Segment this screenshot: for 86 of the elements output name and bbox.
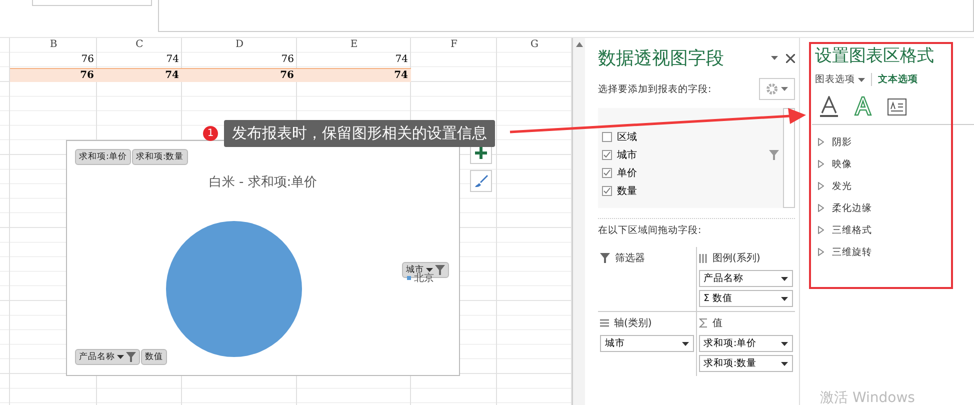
tab[interactable]: 图表选项: [815, 73, 872, 86]
caret-icon: [781, 342, 788, 346]
callout-tooltip: 发布报表时，保留图形相关的设置信息: [224, 120, 495, 147]
table-cell-text: 76: [280, 53, 295, 67]
field-dropdown[interactable]: 产品名称: [698, 270, 793, 287]
section-label[interactable]: 阴影: [832, 136, 852, 148]
field-dropdown[interactable]: Σ 数值: [698, 290, 793, 307]
area-label: 轴(类别): [614, 316, 652, 330]
field-button[interactable]: 求和项:单价: [75, 149, 131, 165]
filter-icon: [769, 150, 779, 160]
collapsed-icon[interactable]: [818, 182, 824, 190]
caret-icon: [781, 362, 788, 366]
rows-icon: [600, 318, 609, 328]
column-header[interactable]: F: [411, 38, 497, 53]
tab[interactable]: 文本选项: [878, 73, 924, 86]
section-label[interactable]: 映像: [832, 158, 852, 170]
columns-icon: [698, 254, 708, 262]
table-cell: 74: [97, 68, 182, 82]
caret-icon: [117, 355, 124, 359]
collapsed-icon[interactable]: [818, 226, 824, 234]
section-label[interactable]: 三维格式: [832, 224, 872, 236]
area-label: 值: [712, 317, 722, 330]
text-fill-icon: [819, 96, 839, 118]
scrollbar[interactable]: [572, 38, 585, 405]
column-header[interactable]: G: [497, 38, 572, 53]
area-label: 筛选器: [615, 252, 645, 265]
text-outline-icon: [853, 96, 873, 118]
checkbox[interactable]: [602, 186, 612, 196]
pane-title: 设置图表区格式: [815, 45, 935, 67]
table-cell: 74: [297, 68, 411, 82]
caret-icon: [781, 87, 788, 91]
field-button[interactable]: 数值: [141, 349, 167, 365]
checkbox[interactable]: [602, 150, 612, 160]
checkbox[interactable]: [602, 132, 612, 142]
field-button[interactable]: 求和项:数量: [132, 149, 188, 165]
field-label[interactable]: 数量: [617, 184, 779, 198]
caret-icon: [781, 296, 788, 300]
field-label[interactable]: 单价: [617, 166, 779, 180]
column-header[interactable]: B: [10, 38, 97, 53]
field-button[interactable]: 产品名称: [75, 349, 140, 365]
settings-icon: [766, 83, 778, 95]
table-cell: 76: [10, 68, 97, 82]
brush-icon: [474, 174, 488, 188]
field-dropdown[interactable]: 求和项:数量: [698, 355, 793, 372]
caret-icon: [781, 276, 788, 280]
table-cell-text: 74: [394, 53, 409, 67]
close-icon[interactable]: [786, 54, 795, 62]
filter-icon: [600, 253, 610, 263]
field-label[interactable]: 区域: [617, 130, 779, 144]
field-prompt: 选择要添加到报表的字段:: [598, 82, 712, 96]
settings-button[interactable]: [759, 78, 795, 100]
text-box-icon: [887, 98, 907, 116]
chart-area[interactable]: 求和项:单价 求和项:数量 白米 - 求和项:单价 城市 北京 产品名称 数值: [66, 140, 460, 376]
chart-style-button[interactable]: [470, 170, 492, 192]
field-dropdown[interactable]: 城市: [600, 335, 694, 352]
table-cell-text: 74: [165, 53, 180, 67]
area-label: 图例(系列): [712, 252, 760, 265]
section-label[interactable]: 三维旋转: [832, 246, 872, 258]
checkbox[interactable]: [602, 168, 612, 178]
section-label[interactable]: 发光: [832, 180, 852, 192]
collapsed-icon[interactable]: [818, 138, 824, 146]
collapsed-icon[interactable]: [818, 160, 824, 168]
caret-icon: [426, 268, 433, 272]
column-header[interactable]: E: [297, 38, 411, 53]
caret-icon: [682, 342, 688, 346]
chart-title: 白米 - 求和项:单价: [208, 174, 318, 191]
table-cell-text: 76: [80, 53, 95, 67]
field-label[interactable]: 城市: [617, 148, 764, 162]
table-cell: 76: [182, 68, 297, 82]
scrollbar[interactable]: [783, 108, 795, 208]
up-arrow-icon: [576, 42, 582, 47]
sigma-icon: [698, 318, 708, 328]
collapsed-icon[interactable]: [818, 248, 824, 256]
drag-prompt: 在以下区域间拖动字段:: [598, 224, 702, 237]
column-header[interactable]: D: [182, 38, 297, 53]
column-header[interactable]: C: [97, 38, 182, 53]
activation-notice: 激活 Windows: [820, 389, 915, 405]
collapsed-icon[interactable]: [818, 204, 824, 212]
filter-icon: [126, 352, 136, 362]
field-dropdown[interactable]: 求和项:单价: [698, 335, 793, 352]
pane-options-icon: [771, 56, 778, 60]
pane-title: 数据透视图字段: [598, 47, 724, 70]
section-label[interactable]: 柔化边缘: [832, 202, 872, 214]
caret-icon: [858, 78, 865, 82]
filter-icon: [435, 265, 445, 275]
plus-icon: [475, 147, 487, 159]
